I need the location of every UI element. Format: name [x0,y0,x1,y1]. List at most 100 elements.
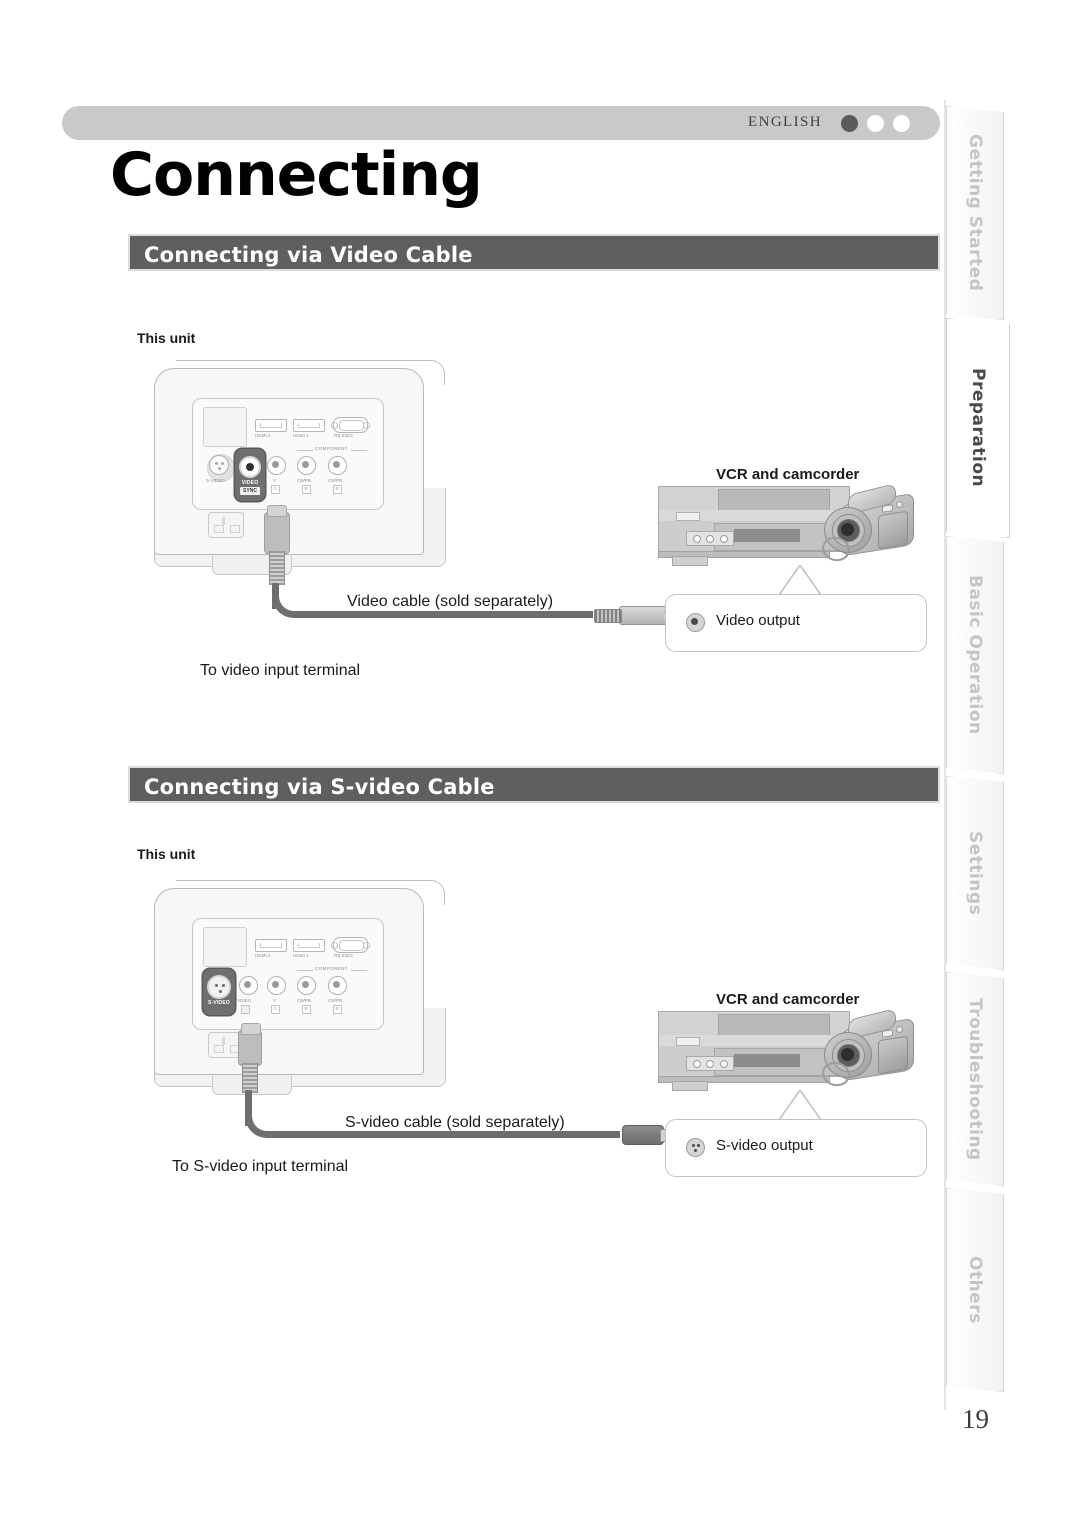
s-video-label-1: S-VIDEO [206,478,225,483]
this-unit-label-2: This unit [137,846,196,862]
component-rule-right-1 [351,450,367,451]
language-dot-2 [867,115,884,132]
side-tab-basic-operation-label: Basic Operation [965,575,985,735]
page-number: 19 [962,1404,989,1434]
component-cb-box-2: B [302,1005,311,1014]
svideo-plug-boot-2 [242,1063,258,1093]
sync-badge-2 [241,1005,250,1014]
side-tab-preparation[interactable]: Preparation [946,318,1010,538]
hdmi2-port-1 [255,419,287,432]
component-cb-label-2: CB/PB [297,998,311,1003]
video-port-2 [239,976,258,995]
language-indicator-dots [841,115,910,132]
side-tab-preparation-label: Preparation [968,368,988,488]
component-y-label-1: Y [273,478,277,483]
terminal-panel-1: HDMI 2 HDMI 1 RS-232C COMPONENT S-VIDEO … [192,398,384,510]
component-cb-box-1: B [302,485,311,494]
hdmi2-port-2 [255,939,287,952]
video-port-jack-1 [239,456,261,478]
camcorder-illustration-1 [819,483,916,565]
language-dot-3 [893,115,910,132]
video-cable-horizontal-1 [297,611,593,618]
s-video-port-jack-2 [207,975,231,999]
hdmi1-label-2: HDMI 1 [293,953,309,958]
language-label: ENGLISH [748,114,822,130]
rca-connector-1 [594,606,677,625]
side-tab-getting-started-label: Getting Started [965,134,985,292]
component-group-label-1: COMPONENT [315,446,348,451]
component-cb-port-1 [297,456,316,475]
camcorder-illustration-2 [819,1008,916,1090]
video-plug-boot-1 [269,551,285,585]
video-output-callout: Video output [665,594,927,652]
projector-illustration-1: HDMI 2 HDMI 1 RS-232C COMPONENT S-VIDEO … [146,360,446,585]
hdmi2-label-1: HDMI 2 [255,433,271,438]
device-label-1: VCR and camcorder [716,466,860,483]
hdmi1-port-1 [293,419,325,432]
component-rule-left-1 [297,450,313,451]
svideo-cable-caption: S-video cable (sold separately) [345,1114,565,1131]
component-cr-label-2: CR/PR [328,998,343,1003]
video-port-label-1: VIDEO [241,480,259,486]
svideo-terminal-caption: To S-video input terminal [172,1158,349,1175]
terminal-panel-2: HDMI 2 HDMI 1 RS-232C COMPONENT VIDEO Y … [192,918,384,1030]
hdmi2-label-2: HDMI 2 [255,953,271,958]
side-tab-strip: Getting Started Preparation Basic Operat… [946,96,1006,1396]
this-unit-label-1: This unit [137,330,196,346]
section-heading-video-cable: Connecting via Video Cable [128,234,940,271]
s-video-port-label-2: S-VIDEO [208,1000,230,1006]
hdmi1-port-2 [293,939,325,952]
video-terminal-caption: To video input terminal [200,662,361,679]
ac-inlet-1 [208,512,244,538]
side-tab-troubleshooting-label: Troubleshooting [965,997,985,1161]
component-y-port-1 [267,456,286,475]
component-cr-port-2 [328,976,347,995]
side-tab-others-label: Others [965,1256,985,1324]
video-plug-shell-1 [264,505,290,554]
s-video-port-1 [209,455,229,475]
side-tab-settings[interactable]: Settings [946,776,1004,970]
device-label-2: VCR and camcorder [716,991,860,1008]
component-y-label-2: Y [273,998,277,1003]
section-heading-svideo-cable-label: Connecting via S-video Cable [144,775,495,799]
component-group-label-2: COMPONENT [315,966,348,971]
component-y-port-2 [267,976,286,995]
ac-inlet-pin-1 [222,517,225,525]
highlighted-s-video-port-2: S-VIDEO [203,969,235,1015]
component-cr-box-1: R [333,485,342,494]
component-cr-port-1 [328,456,347,475]
component-rule-right-2 [351,970,367,971]
svideo-output-callout: S-video output [665,1119,927,1177]
component-cb-label-1: CB/PB [297,478,311,483]
side-tab-getting-started[interactable]: Getting Started [946,106,1004,320]
svideo-cable-horizontal-2 [270,1131,620,1138]
rs232c-port-1 [331,417,370,433]
side-tab-settings-label: Settings [965,830,985,916]
section-heading-video-cable-label: Connecting via Video Cable [144,243,473,267]
svideo-plug-shell-2 [238,1023,262,1066]
video-output-label: Video output [716,612,800,629]
video-label-2: VIDEO [237,998,252,1003]
section-heading-svideo-cable: Connecting via S-video Cable [128,766,940,803]
component-cr-box-2: R [333,1005,342,1014]
panel-recess-2 [203,927,247,967]
projector-illustration-2: HDMI 2 HDMI 1 RS-232C COMPONENT VIDEO Y … [146,880,446,1105]
page-title: Connecting [110,140,483,210]
component-cr-label-1: CR/PR [328,478,343,483]
video-output-jack-icon [686,613,705,632]
language-dot-1 [841,115,858,132]
component-cb-port-2 [297,976,316,995]
s-video-output-jack-icon [686,1138,705,1157]
rs232c-label-2: RS-232C [334,953,353,958]
ac-inlet-pin-2 [222,1037,225,1045]
side-tab-basic-operation[interactable]: Basic Operation [946,536,1004,774]
sync-badge-1: SYNC [240,487,260,495]
panel-recess-1 [203,407,247,447]
component-rule-left-2 [297,970,313,971]
side-tab-troubleshooting[interactable]: Troubleshooting [946,972,1004,1186]
side-tab-others[interactable]: Others [946,1188,1004,1392]
svideo-output-label: S-video output [716,1137,813,1154]
component-y-box-1: G [271,485,280,494]
page-header-bar: ENGLISH [62,106,940,140]
rs232c-port-2 [331,937,370,953]
